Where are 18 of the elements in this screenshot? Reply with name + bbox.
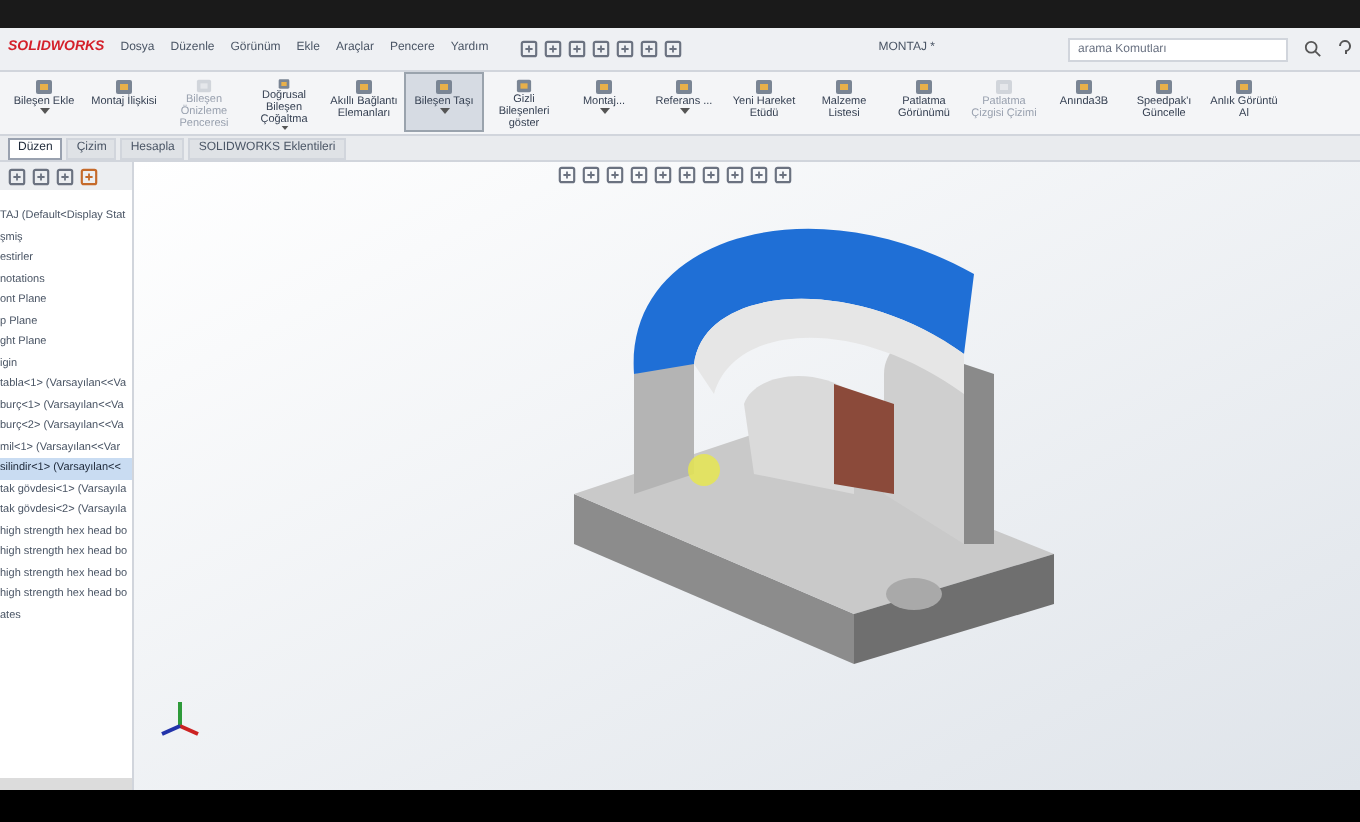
help-icon[interactable] [1338, 40, 1352, 58]
tool-icon [994, 78, 1014, 96]
tool-icon [354, 78, 374, 96]
tool-icon [114, 78, 134, 96]
tool-icon [34, 78, 54, 96]
tool-icon [674, 78, 694, 96]
tool-icon [1154, 78, 1174, 96]
tool-icon [1074, 78, 1094, 96]
tool-icon [914, 78, 934, 96]
tool-icon [194, 78, 214, 94]
tool-icon [434, 78, 454, 96]
tool-icon [594, 78, 614, 96]
tool-icon [274, 78, 294, 90]
tool-icon [834, 78, 854, 96]
search-icon[interactable] [1304, 40, 1322, 58]
tool-icon [1234, 78, 1254, 96]
tool-icon [514, 78, 534, 94]
tool-icon [754, 78, 774, 96]
